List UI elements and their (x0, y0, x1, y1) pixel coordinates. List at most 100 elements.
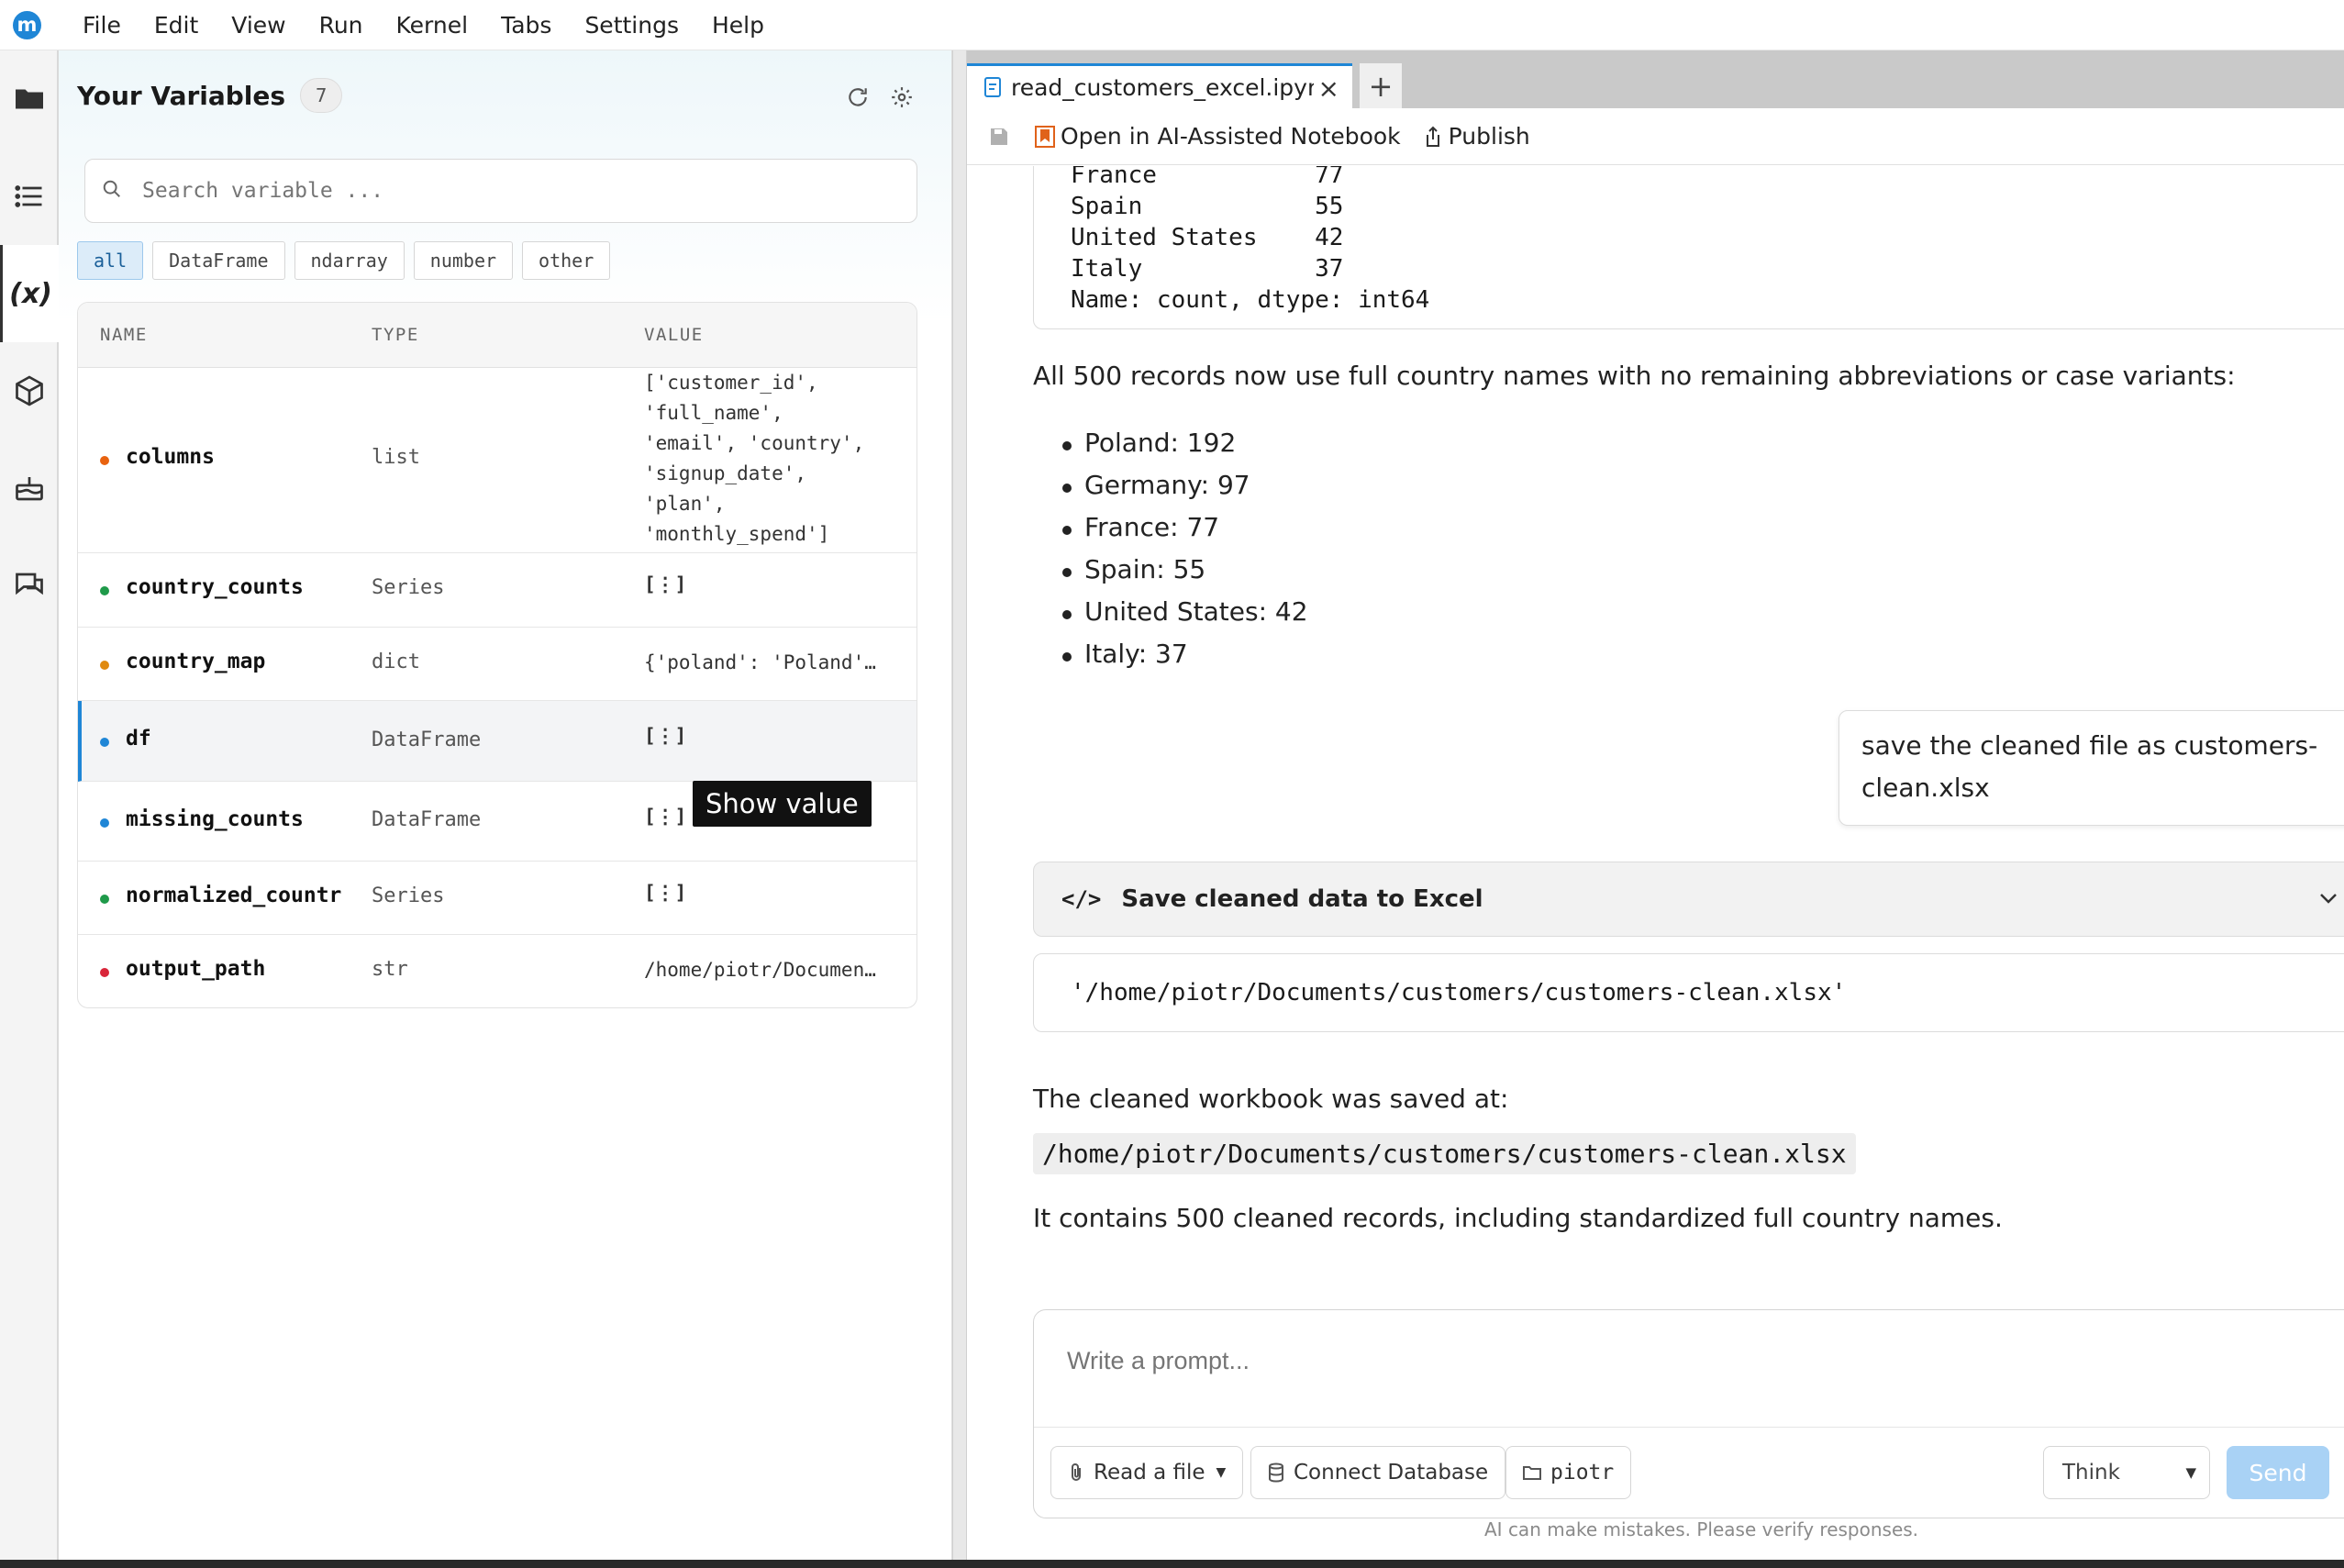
variable-name: country_counts (126, 575, 304, 599)
list-item: Germany: 97 (1033, 470, 1308, 512)
publish-label: Publish (1448, 123, 1530, 150)
folder-button[interactable]: piotr (1505, 1446, 1632, 1499)
cake-icon[interactable] (0, 439, 59, 537)
chat-icon[interactable] (0, 537, 59, 634)
new-tab-button[interactable]: + (1360, 63, 1402, 108)
table-row[interactable]: country_map dict {'poland': 'Poland'… (78, 628, 916, 701)
caret-down-icon: ▼ (2185, 1464, 2196, 1481)
menu-view[interactable]: View (215, 0, 302, 50)
output-line: France 77 (1071, 166, 1344, 189)
code-result-cell: '/home/piotr/Documents/customers/custome… (1033, 953, 2344, 1032)
search-box (84, 159, 917, 223)
notebook-content: France 77 Spain 55 United States 42 Ital… (967, 166, 2344, 1568)
open-ai-notebook-label: Open in AI-Assisted Notebook (1061, 123, 1401, 150)
variable-value: ['customer_id', 'full_name', 'email', 'c… (644, 372, 865, 545)
chevron-down-icon[interactable] (2318, 891, 2338, 908)
variable-name: output_path (126, 957, 266, 981)
folder-label: piotr (1550, 1461, 1615, 1485)
status-dot (100, 738, 109, 747)
list-item: Italy: 37 (1033, 639, 1308, 681)
variable-name: df (126, 727, 151, 751)
read-file-button[interactable]: Read a file ▼ (1050, 1446, 1244, 1499)
variable-type: dict (372, 651, 420, 673)
publish-button[interactable]: Publish (1423, 123, 1530, 150)
panel-splitter[interactable] (952, 50, 967, 1568)
table-header: NAME TYPE VALUE (78, 303, 916, 368)
frame-icon[interactable]: [⋮] (644, 882, 686, 904)
bottom-strip (0, 1560, 2344, 1568)
table-row[interactable]: country_counts Series [⋮] (78, 553, 916, 628)
save-icon[interactable] (985, 123, 1013, 150)
list-icon[interactable] (0, 148, 59, 245)
menu-file[interactable]: File (66, 0, 138, 50)
think-select[interactable]: Think ▼ (2043, 1446, 2210, 1499)
output-line: United States 42 (1071, 224, 1344, 251)
variable-type: Series (372, 576, 445, 599)
table-row[interactable]: normalized_countr Series [⋮] (78, 862, 916, 935)
variable-name: missing_counts (126, 807, 304, 831)
status-dot (100, 456, 109, 465)
list-item: Spain: 55 (1033, 554, 1308, 596)
tab-notebook[interactable]: read_customers_excel.ipynb × (967, 63, 1352, 108)
status-dot (100, 895, 109, 904)
prompt-divider (1034, 1427, 2344, 1428)
disclaimer-text: AI can make mistakes. Please verify resp… (1484, 1518, 1919, 1540)
variables-title: Your Variables (77, 80, 286, 111)
frame-icon[interactable]: [⋮] (644, 725, 686, 747)
notebook-file-icon (983, 76, 1002, 98)
share-icon (1423, 126, 1443, 148)
user-message-bubble: save the cleaned file as customers-clean… (1839, 710, 2344, 826)
table-row-selected[interactable]: df DataFrame [⋮] (78, 701, 916, 782)
variable-type: list (372, 446, 420, 469)
send-button[interactable]: Send (2227, 1446, 2329, 1499)
variable-name: normalized_countr (126, 884, 342, 907)
gear-icon[interactable] (886, 82, 917, 113)
header-name: NAME (100, 325, 148, 345)
filter-dataframe[interactable]: DataFrame (152, 241, 285, 280)
status-dot (100, 818, 109, 828)
filter-other[interactable]: other (522, 241, 611, 280)
search-icon (102, 179, 122, 203)
tab-bar: read_customers_excel.ipynb × + (967, 50, 2344, 108)
status-dot (100, 661, 109, 670)
code-icon: </> (1061, 886, 1102, 912)
output-line: Italy 37 (1071, 255, 1344, 283)
variables-icon[interactable]: (x) (0, 245, 59, 342)
menu-bar: m File Edit View Run Kernel Tabs Setting… (0, 0, 2344, 50)
code-cell-collapsed[interactable]: </> Save cleaned data to Excel (1033, 862, 2344, 937)
bookmark-icon (1035, 125, 1055, 148)
frame-icon[interactable]: [⋮] (644, 573, 686, 595)
variable-type: DataFrame (372, 808, 482, 831)
list-item: France: 77 (1033, 512, 1308, 554)
menu-settings[interactable]: Settings (568, 0, 695, 50)
connect-database-button[interactable]: Connect Database (1250, 1446, 1506, 1499)
header-type: TYPE (372, 325, 419, 345)
menu-run[interactable]: Run (303, 0, 380, 50)
table-row[interactable]: columns list ['customer_id', 'full_name'… (78, 368, 916, 553)
frame-icon[interactable]: [⋮] (644, 806, 686, 828)
menu-edit[interactable]: Edit (138, 0, 215, 50)
output-line: Spain 55 (1071, 193, 1344, 220)
output-line: Name: count, dtype: int64 (1071, 286, 1430, 314)
menu-help[interactable]: Help (695, 0, 781, 50)
menu-tabs[interactable]: Tabs (484, 0, 568, 50)
filter-chips: all DataFrame ndarray number other (77, 241, 611, 280)
refresh-icon[interactable] (842, 82, 873, 113)
menu-kernel[interactable]: Kernel (380, 0, 485, 50)
open-ai-notebook-button[interactable]: Open in AI-Assisted Notebook (1035, 123, 1401, 150)
search-input[interactable] (142, 179, 858, 203)
show-value-tooltip: Show value (693, 781, 872, 827)
variables-header: Your Variables 7 (77, 78, 343, 113)
variable-type: DataFrame (372, 728, 482, 751)
filter-all[interactable]: all (77, 241, 144, 280)
paperclip-icon (1068, 1462, 1084, 1483)
table-row[interactable]: output_path str /home/piotr/Documen… (78, 935, 916, 1007)
variable-value: /home/piotr/Documen… (644, 959, 876, 981)
package-icon[interactable] (0, 342, 59, 439)
status-dot (100, 968, 109, 977)
filter-number[interactable]: number (413, 241, 514, 280)
prompt-input[interactable] (1067, 1347, 2168, 1375)
close-icon[interactable]: × (1318, 73, 1339, 104)
folder-icon[interactable] (0, 50, 59, 148)
filter-ndarray[interactable]: ndarray (294, 241, 405, 280)
